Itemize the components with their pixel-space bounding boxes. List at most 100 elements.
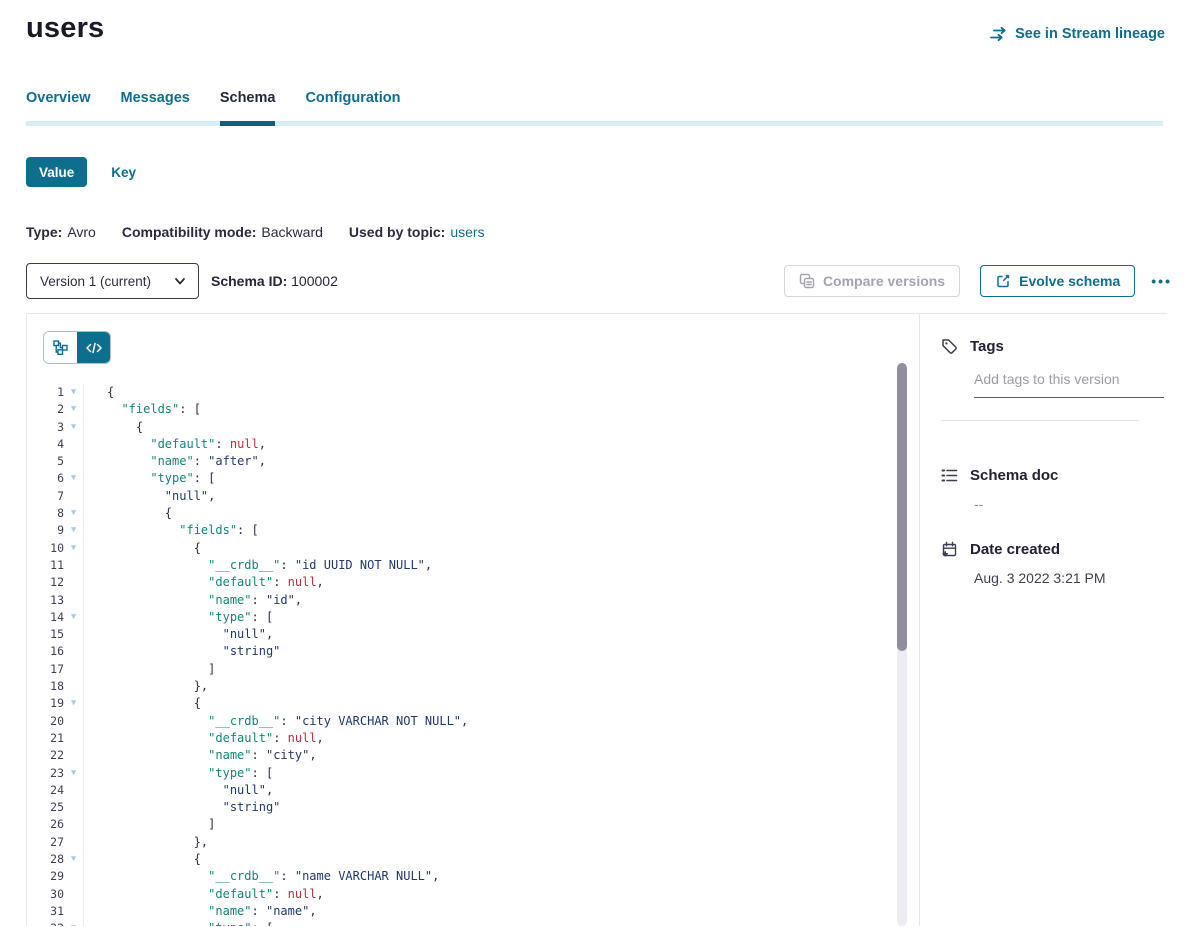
fold-gutter [64, 453, 83, 470]
schema-id-label: Schema ID: [211, 273, 287, 289]
tree-view-icon [53, 340, 68, 355]
date-created-value: Aug. 3 2022 3:21 PM [974, 570, 1167, 586]
code-line: 8▼ { [27, 505, 919, 522]
tab-messages[interactable]: Messages [121, 90, 190, 121]
fold-gutter [64, 678, 83, 695]
edit-icon [995, 273, 1011, 289]
fold-arrow-icon[interactable]: ▼ [64, 851, 83, 868]
code-line-text: "__crdb__": "id UUID NOT NULL", [83, 557, 432, 574]
line-number: 22 [27, 747, 64, 764]
code-line: 21 "default": null, [27, 730, 919, 747]
line-number: 26 [27, 816, 64, 833]
fold-gutter [64, 574, 83, 591]
line-number: 21 [27, 730, 64, 747]
key-toggle-button[interactable]: Key [111, 165, 136, 180]
fold-gutter [64, 816, 83, 833]
fold-arrow-icon[interactable]: ▼ [64, 401, 83, 418]
tags-section: Tags [920, 314, 1167, 421]
compatibility-meta: Compatibility mode:Backward [122, 224, 323, 240]
version-select[interactable]: Version 1 (current) [26, 263, 199, 299]
code-line: 20 "__crdb__": "city VARCHAR NOT NULL", [27, 713, 919, 730]
fold-arrow-icon[interactable]: ▼ [64, 505, 83, 522]
fold-arrow-icon[interactable]: ▼ [64, 920, 83, 926]
schema-id: Schema ID: 100002 [211, 273, 338, 289]
fold-arrow-icon[interactable]: ▼ [64, 695, 83, 712]
fold-arrow-icon[interactable]: ▼ [64, 522, 83, 539]
fold-arrow-icon[interactable]: ▼ [64, 609, 83, 626]
fold-arrow-icon[interactable]: ▼ [64, 384, 83, 401]
fold-arrow-icon[interactable]: ▼ [64, 470, 83, 487]
code-line-text: "name": "id", [83, 592, 302, 609]
compare-versions-label: Compare versions [823, 273, 945, 289]
code-line: 14▼ "type": [ [27, 609, 919, 626]
schema-doc-value: -- [974, 496, 1167, 512]
code-view-button[interactable] [77, 332, 110, 363]
see-in-stream-lineage-link[interactable]: See in Stream lineage [990, 26, 1165, 42]
code-line-text: "type": [ [83, 765, 273, 782]
code-line-text: ] [83, 816, 215, 833]
chevron-down-icon [174, 275, 186, 287]
line-number: 12 [27, 574, 64, 591]
fold-gutter [64, 436, 83, 453]
tags-input[interactable] [974, 371, 1164, 398]
code-line: 22 "name": "city", [27, 747, 919, 764]
code-line-text: "default": null, [83, 886, 324, 903]
schema-id-value: 100002 [291, 273, 338, 289]
line-number: 7 [27, 488, 64, 505]
scrollbar-track[interactable] [897, 363, 907, 926]
code-line: 4 "default": null, [27, 436, 919, 453]
more-actions-button[interactable]: ••• [1151, 273, 1172, 289]
code-line: 3▼ { [27, 419, 919, 436]
code-line-text: "name": "city", [83, 747, 317, 764]
code-line: 25 "string" [27, 799, 919, 816]
evolve-schema-button[interactable]: Evolve schema [980, 265, 1135, 297]
value-toggle-button[interactable]: Value [26, 157, 87, 187]
code-line-text: "string" [83, 799, 280, 816]
tab-configuration[interactable]: Configuration [305, 90, 400, 121]
schema-doc-section: Schema doc -- [920, 421, 1167, 512]
tab-schema[interactable]: Schema [220, 90, 276, 121]
code-line-text: { [83, 851, 201, 868]
type-meta: Type:Avro [26, 224, 96, 240]
code-line: 13 "name": "id", [27, 592, 919, 609]
date-created-section: Date created Aug. 3 2022 3:21 PM [920, 512, 1167, 586]
tree-view-button[interactable] [44, 332, 77, 363]
code-line-text: { [83, 419, 143, 436]
line-number: 2 [27, 401, 64, 418]
tab-overview[interactable]: Overview [26, 90, 91, 121]
editor-view-toggle [43, 331, 111, 364]
fold-arrow-icon[interactable]: ▼ [64, 540, 83, 557]
code-line: 24 "null", [27, 782, 919, 799]
code-line-text: { [83, 384, 114, 401]
schema-code-editor[interactable]: 1▼{2▼ "fields": [3▼ {4 "default": null,5… [27, 384, 919, 926]
line-number: 32 [27, 920, 64, 926]
code-line: 16 "string" [27, 643, 919, 660]
fold-arrow-icon[interactable]: ▼ [64, 419, 83, 436]
fold-gutter [64, 626, 83, 643]
code-line: 6▼ "type": [ [27, 470, 919, 487]
code-line: 15 "null", [27, 626, 919, 643]
line-number: 16 [27, 643, 64, 660]
code-line: 28▼ { [27, 851, 919, 868]
scrollbar-thumb[interactable] [897, 363, 907, 651]
line-number: 11 [27, 557, 64, 574]
fold-arrow-icon[interactable]: ▼ [64, 765, 83, 782]
compare-versions-button[interactable]: Compare versions [784, 265, 960, 297]
code-line-text: "type": [ [83, 920, 273, 926]
line-number: 1 [27, 384, 64, 401]
line-number: 4 [27, 436, 64, 453]
fold-gutter [64, 713, 83, 730]
code-line-text: "string" [83, 643, 280, 660]
fold-gutter [64, 886, 83, 903]
topic-link[interactable]: users [450, 224, 484, 240]
version-select-value: Version 1 (current) [40, 274, 151, 289]
line-number: 30 [27, 886, 64, 903]
code-line: 23▼ "type": [ [27, 765, 919, 782]
code-line-text: "name": "after", [83, 453, 266, 470]
line-number: 9 [27, 522, 64, 539]
used-by-topic-meta: Used by topic:users [349, 224, 485, 240]
line-number: 19 [27, 695, 64, 712]
schema-meta-row: Type:Avro Compatibility mode:Backward Us… [26, 224, 1189, 240]
code-line: 9▼ "fields": [ [27, 522, 919, 539]
fold-gutter [64, 747, 83, 764]
